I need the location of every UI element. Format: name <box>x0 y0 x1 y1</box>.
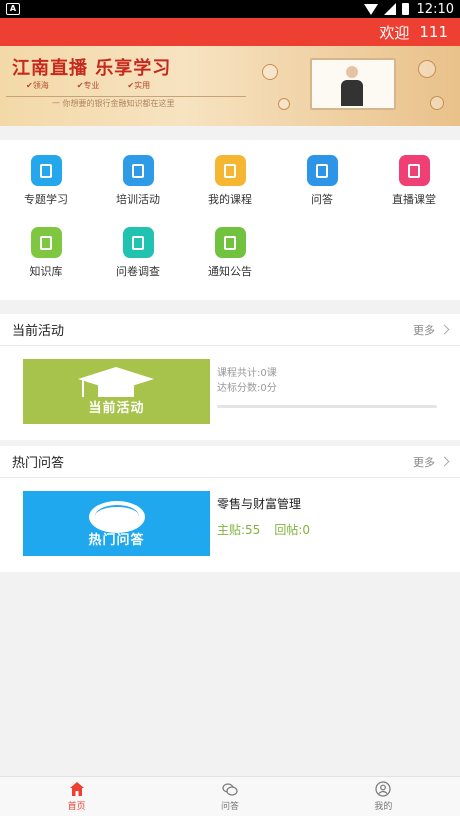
qa-more-link[interactable]: 更多 <box>413 454 450 470</box>
course-total: 课程共计:0课 <box>217 368 277 379</box>
activity-thumbnail: 当前活动 <box>23 359 210 424</box>
activity-progress-bar <box>217 405 437 408</box>
banner-decor-node <box>418 60 436 78</box>
banner-tag: ✔领海 <box>26 81 49 90</box>
main-posts-count: 主贴:55 <box>217 523 261 537</box>
graduation-cap-icon <box>78 367 154 397</box>
list-icon <box>122 227 154 258</box>
grid-label: 通知公告 <box>208 265 252 278</box>
grid-item-live-class[interactable]: 直播课堂 <box>368 152 460 224</box>
username: 111 <box>419 23 448 41</box>
grid-item-topic-study[interactable]: 专题学习 <box>0 152 92 224</box>
feature-grid: 专题学习 培训活动 我的课程 问答 直播课堂 知识库 问卷调查 通知公告 <box>0 140 460 300</box>
activity-section: 当前活动 更多 当前活动 课程共计:0课 达标分数:0分 <box>0 314 460 440</box>
pass-score: 达标分数:0分 <box>217 383 277 394</box>
replies-count: 回帖:0 <box>274 523 311 537</box>
nav-label: 问答 <box>220 802 239 812</box>
status-bar: A 12:10 <box>0 0 460 18</box>
wifi-icon <box>363 3 378 15</box>
bottom-nav: 首页 问答 我的 <box>0 776 460 816</box>
more-label: 更多 <box>413 323 435 337</box>
battery-icon <box>401 3 409 15</box>
grid-label: 专题学习 <box>24 193 68 206</box>
notice-icon <box>214 227 246 258</box>
qa-thumbnail: 热门问答 <box>23 491 210 556</box>
tv-icon <box>398 155 430 186</box>
chevron-right-icon <box>439 324 450 335</box>
signal-icon <box>383 3 396 15</box>
cap-icon <box>30 227 62 258</box>
chat-bubbles-icon <box>222 783 238 796</box>
chat-icon <box>306 155 338 186</box>
qa-card[interactable]: 热门问答 零售与财富管理 主贴:55 回帖:0 <box>0 478 460 572</box>
banner-title: 江南直播 乐享学习 <box>12 58 172 79</box>
welcome-text: 欢迎 <box>379 23 410 42</box>
more-label: 更多 <box>413 455 435 469</box>
grid-item-survey[interactable]: 问卷调查 <box>92 224 184 296</box>
grid-label: 我的课程 <box>208 193 252 206</box>
activity-more-link[interactable]: 更多 <box>413 322 450 338</box>
grid-label: 知识库 <box>29 265 63 278</box>
qa-section: 热门问答 更多 热门问答 零售与财富管理 主贴:55 回帖:0 <box>0 446 460 572</box>
nav-home[interactable]: 首页 <box>0 777 153 816</box>
grid-label: 培训活动 <box>116 193 160 206</box>
notification-icon: A <box>6 3 20 15</box>
banner-decor-node <box>430 96 444 110</box>
grid-item-knowledge-base[interactable]: 知识库 <box>0 224 92 296</box>
status-time: 12:10 <box>416 1 454 17</box>
grid-item-training[interactable]: 培训活动 <box>92 152 184 224</box>
home-icon <box>69 782 84 796</box>
section-title: 当前活动 <box>12 324 65 339</box>
banner-presenter <box>341 66 363 106</box>
edit-board-icon <box>122 155 154 186</box>
app-screen: A 12:10 欢迎 111 江南直播 乐享学习 ✔领海 ✔专业 ✔实用 一 你… <box>0 0 460 816</box>
star-doc-icon <box>214 155 246 186</box>
app-header: 欢迎 111 <box>0 18 460 46</box>
speech-bubble-mark <box>95 505 139 527</box>
nav-mine[interactable]: 我的 <box>307 777 460 816</box>
grid-label: 问卷调查 <box>116 265 160 278</box>
banner-decor-node <box>262 64 278 80</box>
section-title: 热门问答 <box>12 456 65 471</box>
chevron-right-icon <box>439 456 450 467</box>
banner-decor-node <box>278 98 290 110</box>
nav-label: 首页 <box>67 802 86 812</box>
grid-item-notice[interactable]: 通知公告 <box>184 224 276 296</box>
grid-item-my-courses[interactable]: 我的课程 <box>184 152 276 224</box>
grid-item-qa[interactable]: 问答 <box>276 152 368 224</box>
bag-icon <box>30 155 62 186</box>
grid-label: 问答 <box>311 193 333 206</box>
banner-divider <box>6 96 246 97</box>
banner-tag: ✔专业 <box>76 81 100 90</box>
banner[interactable]: 江南直播 乐享学习 ✔领海 ✔专业 ✔实用 一 你想要的银行金融知识都在这里 <box>0 46 460 126</box>
grid-label: 直播课堂 <box>392 193 436 206</box>
nav-label: 我的 <box>374 802 393 812</box>
banner-subtitle: 一 你想要的银行金融知识都在这里 <box>52 99 175 108</box>
user-icon <box>375 781 391 797</box>
qa-item-title: 零售与财富管理 <box>217 497 302 511</box>
nav-qa[interactable]: 问答 <box>153 777 306 816</box>
activity-card[interactable]: 当前活动 课程共计:0课 达标分数:0分 <box>0 346 460 440</box>
banner-tag: ✔实用 <box>127 81 151 90</box>
